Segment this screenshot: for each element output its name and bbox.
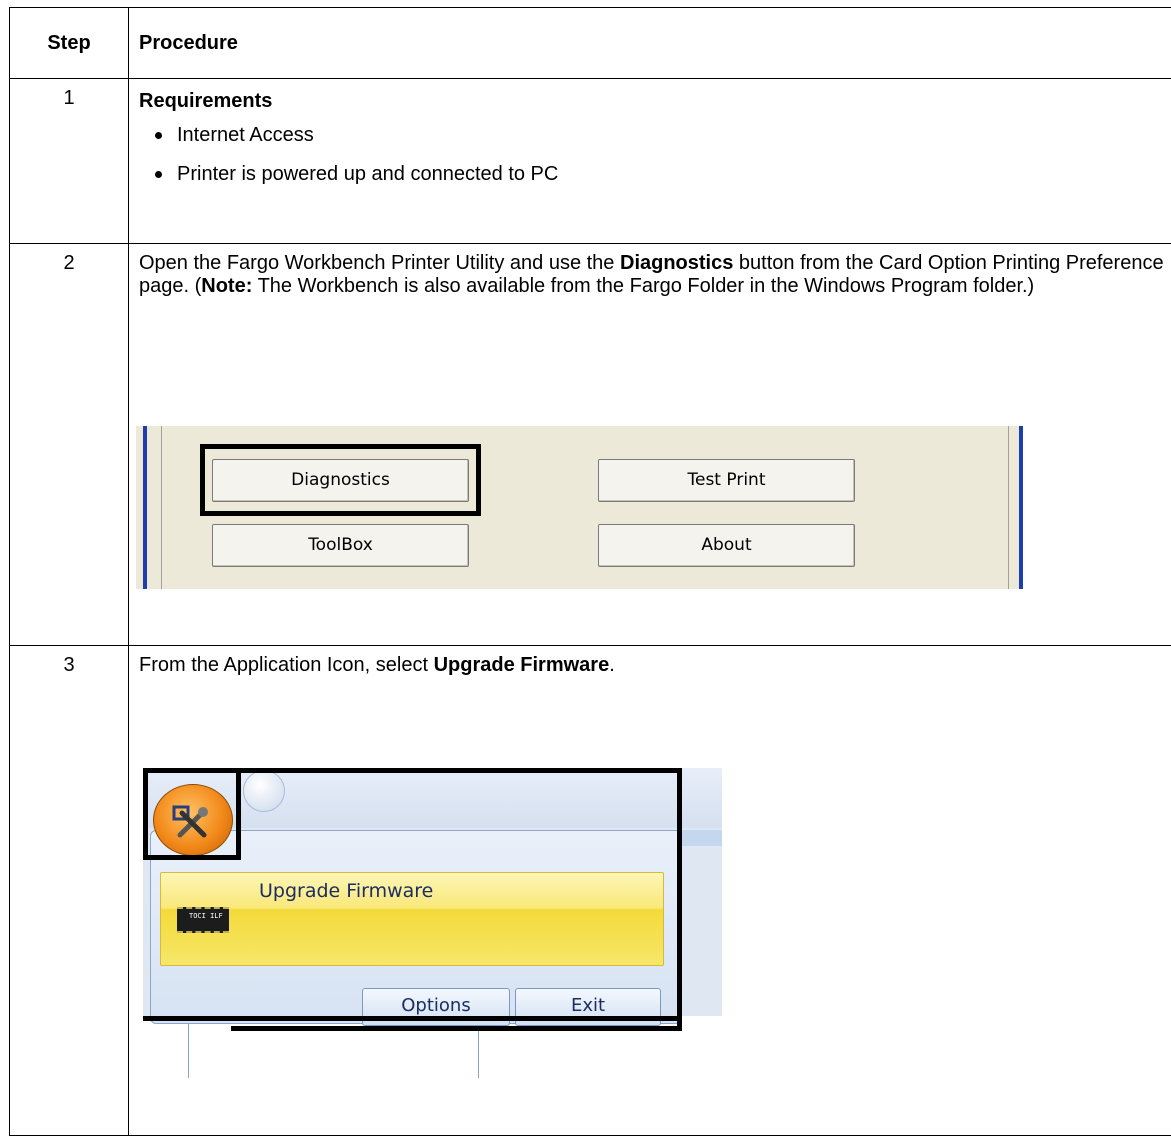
instruction-bold: Upgrade Firmware (434, 654, 610, 676)
instruction-text: . (609, 654, 615, 676)
list-item: Printer is powered up and connected to P… (155, 162, 1171, 186)
highlight-box (143, 768, 241, 860)
window-border (1019, 426, 1023, 589)
window-border (143, 426, 147, 589)
toolbox-button[interactable]: ToolBox (212, 524, 469, 567)
highlight-box (200, 444, 481, 516)
instruction-text: Open the Fargo Workbench Printer Utility… (139, 252, 620, 274)
step-number: 2 (10, 244, 129, 646)
instruction-bold: Diagnostics (620, 252, 733, 274)
instruction-text: The Workbench is also available from the… (252, 275, 1034, 297)
firmware-chip-icon: TOCI ILF (177, 907, 229, 933)
requirements-list: Internet Access Printer is powered up an… (139, 123, 1171, 186)
highlight-box (231, 768, 682, 1031)
note-label: Note: (201, 275, 252, 297)
divider (188, 1016, 189, 1078)
application-menu-screenshot: TOCI ILF Upgrade Firmware Options Exit (143, 768, 722, 1078)
requirements-title: Requirements (139, 89, 1171, 113)
test-print-button[interactable]: Test Print (598, 459, 855, 502)
step-number: 3 (10, 646, 129, 1136)
about-button[interactable]: About (598, 524, 855, 567)
printing-preference-screenshot: Diagnostics Test Print ToolBox About (136, 426, 1023, 589)
highlight-edge (143, 1016, 682, 1021)
column-header-step: Step (10, 8, 129, 79)
step-number: 1 (10, 79, 129, 244)
procedure-cell: Requirements Internet Access Printer is … (129, 79, 1171, 244)
step-instruction: Open the Fargo Workbench Printer Utility… (139, 252, 1171, 298)
divider (161, 426, 162, 589)
chip-label: TOCI ILF (189, 912, 223, 920)
column-header-procedure: Procedure (129, 8, 1171, 79)
divider (1008, 426, 1009, 589)
list-item: Internet Access (155, 123, 1171, 147)
table-row: 1 Requirements Internet Access Printer i… (10, 79, 1171, 244)
table-header-row: Step Procedure (10, 8, 1171, 79)
instruction-text: From the Application Icon, select (139, 654, 434, 676)
step-instruction: From the Application Icon, select Upgrad… (139, 654, 1171, 677)
